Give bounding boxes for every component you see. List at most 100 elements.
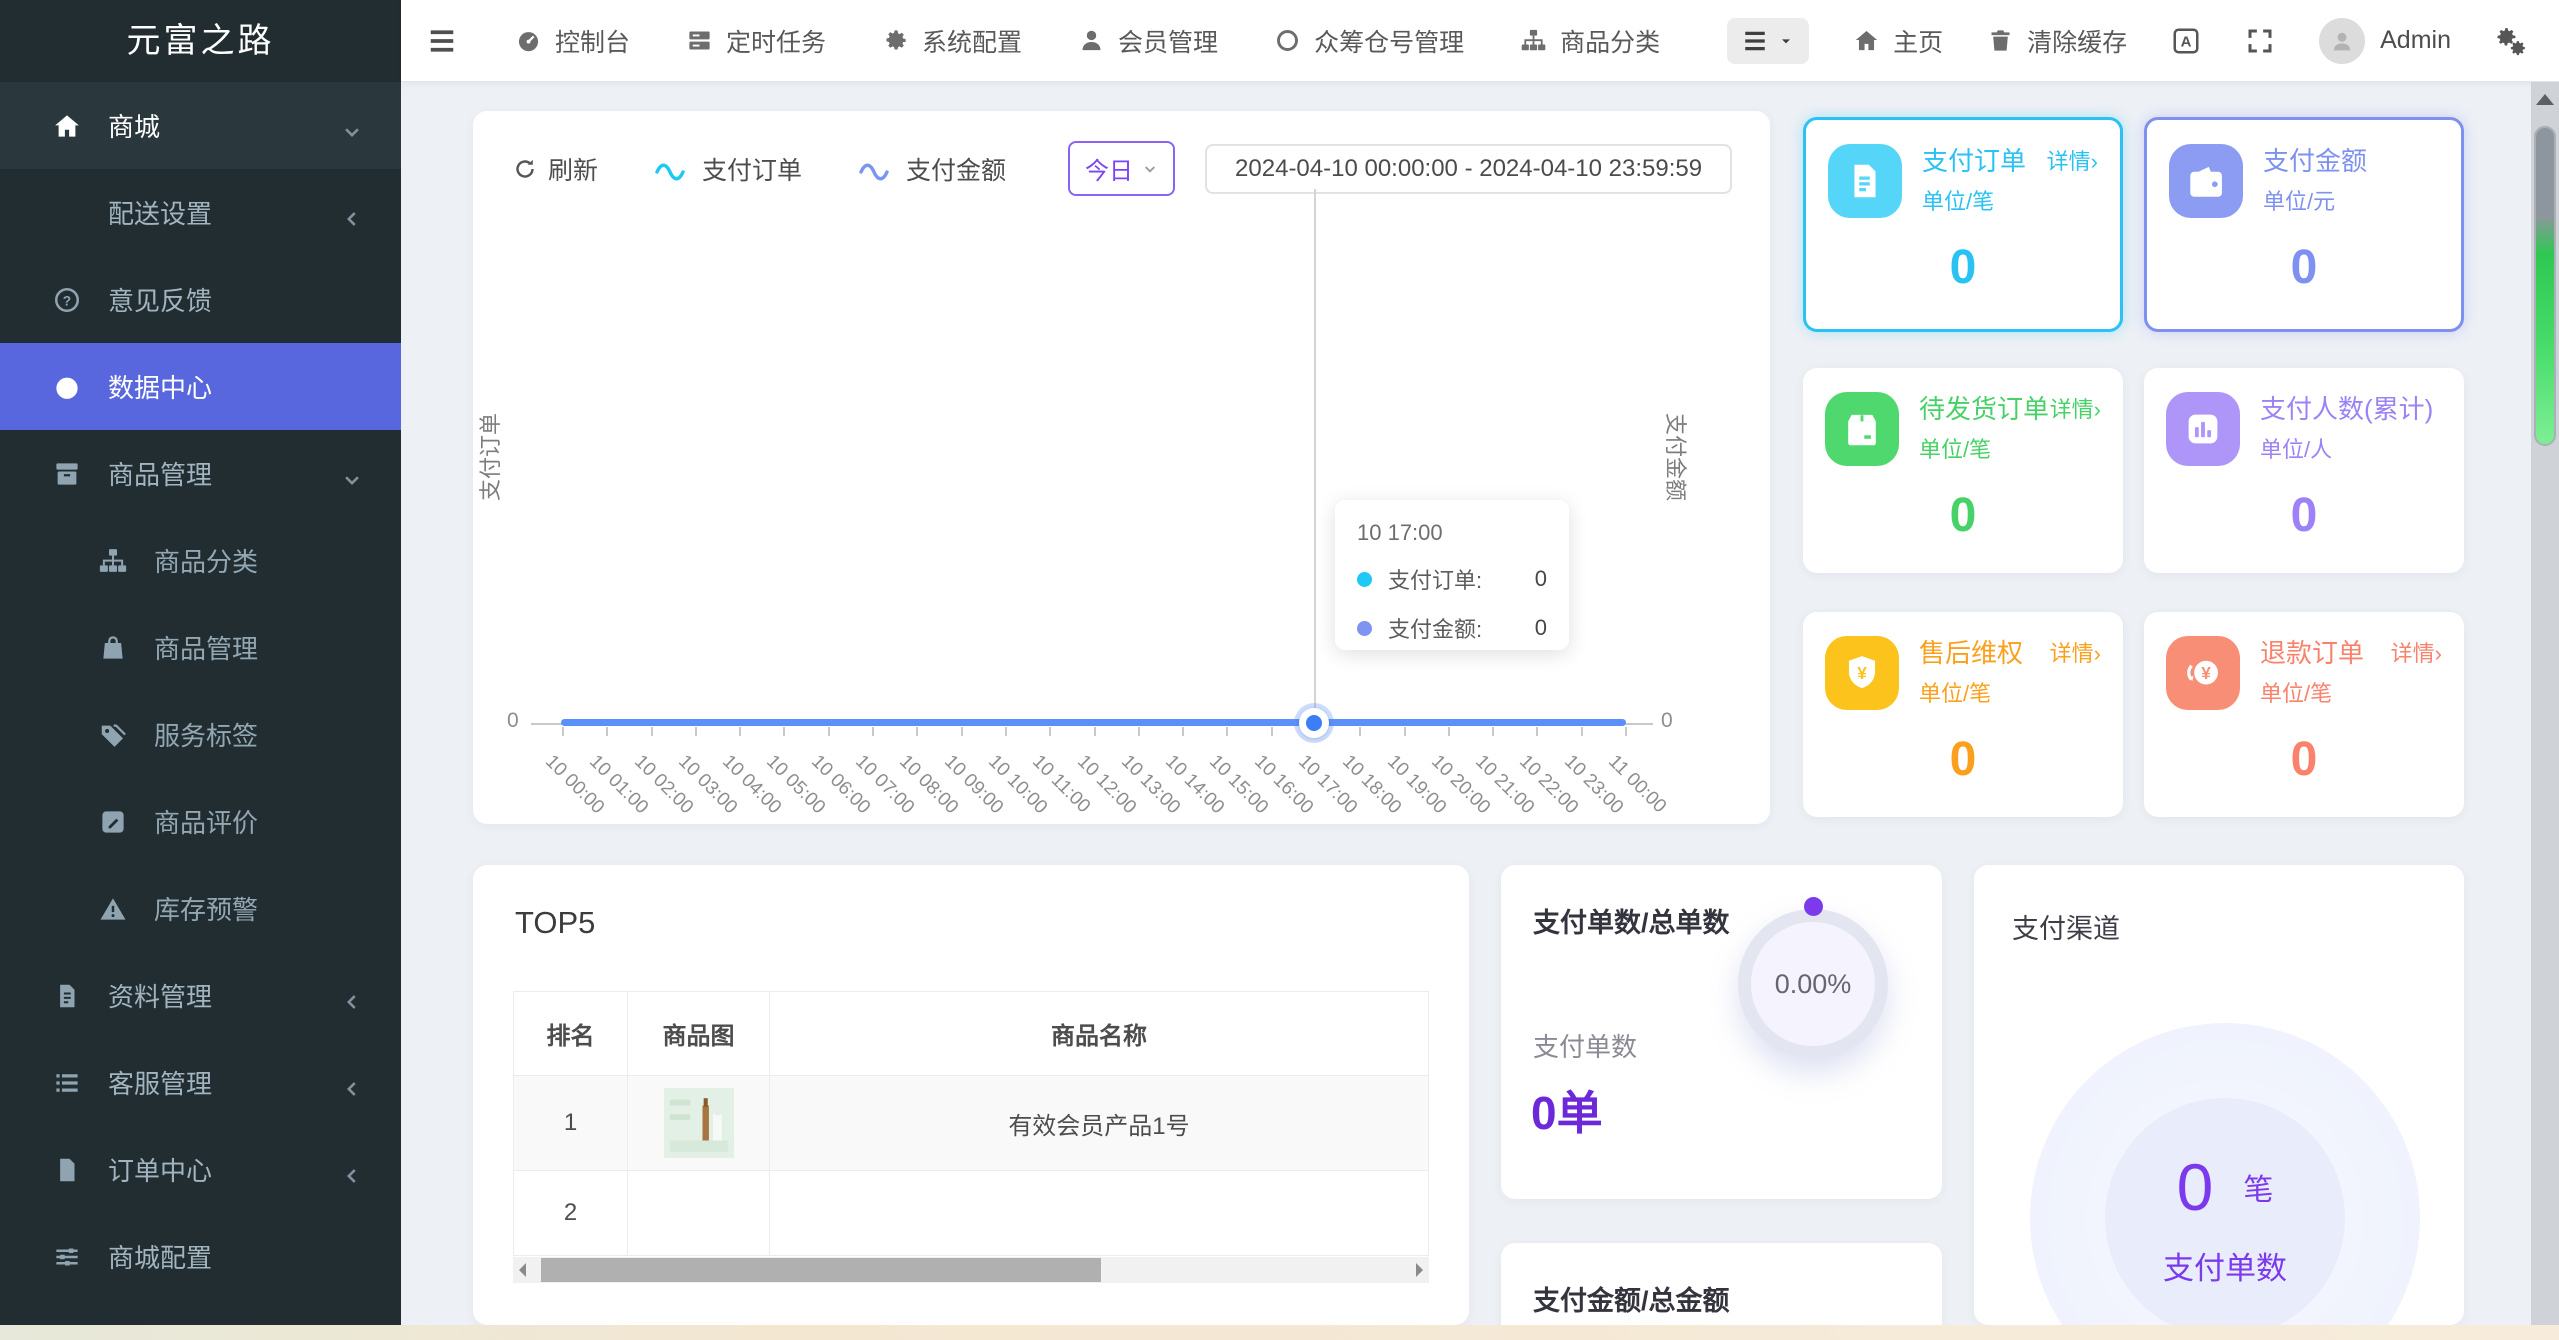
stat-detail-link[interactable]: 详情›	[2050, 636, 2101, 668]
nav-clear-cache[interactable]: 清除缓存	[1987, 23, 2127, 59]
user-menu[interactable]: Admin	[2319, 17, 2451, 64]
stat-detail-link[interactable]: 详情›	[2047, 144, 2098, 176]
gauge-percent: 0.00%	[1774, 968, 1852, 999]
stat-detail-link[interactable]: 详情›	[2391, 636, 2442, 668]
topnav-item[interactable]: 定时任务	[686, 23, 826, 59]
line-chart: 支付订单 支付金额 0 0 10 00:00 10 01:00 10 02:00 10…	[473, 111, 1770, 824]
stat-detail-link[interactable]: 详情›	[2050, 392, 2101, 424]
box2-icon	[1825, 392, 1899, 466]
topnav-item-label: 定时任务	[726, 28, 827, 57]
name-cell	[769, 1170, 1429, 1256]
y-axis-tick-left: 0	[507, 709, 519, 732]
tooltip-row: 支付订单: 0	[1357, 563, 1547, 595]
sidebar-item[interactable]: 订单中心	[0, 1126, 401, 1213]
channel-inner-circle: 0 笔 支付单数	[2105, 1098, 2345, 1325]
user-name: Admin	[2380, 26, 2451, 54]
stat-unit: 单位/笔	[2260, 681, 2333, 706]
sidebar-item-label: 商品管理	[154, 634, 259, 664]
sidebar-item-label: 商品评价	[154, 808, 259, 838]
topnav-item-label: 系统配置	[922, 28, 1023, 57]
payments-chart-card: 刷新 支付订单 支付金额 今日 2024-04-10 00:00:00 - 202…	[473, 111, 1770, 824]
sidebar-item[interactable]: 商品分类	[0, 517, 401, 604]
sidebar-item-label: 配送设置	[108, 199, 213, 229]
y-axis-label-right: 支付金额	[1663, 412, 1689, 502]
sidebar-toggle-button[interactable]	[427, 26, 457, 56]
stat-value: 0	[2290, 241, 2318, 294]
bottom-scroll-strip[interactable]	[0, 1325, 2559, 1340]
y-axis-label-left: 支付订单	[478, 412, 504, 502]
sidebar-item[interactable]: 数据中心	[0, 343, 401, 430]
sidebar-item[interactable]: 商城	[0, 82, 401, 169]
gauge-value: 0单	[1531, 1087, 1603, 1139]
fullscreen-button[interactable]	[2245, 26, 2275, 56]
stat-card: 支付人数(累计) 单位/人 0	[2144, 368, 2464, 573]
stat-title: 售后维权	[1919, 638, 2024, 668]
x-tick-mark	[1580, 727, 1583, 736]
sidebar-item-label: 商品分类	[154, 547, 259, 577]
stat-title: 待发货订单	[1919, 394, 2050, 424]
table-row[interactable]: 2	[513, 1170, 1429, 1256]
shieldyen-icon	[1825, 636, 1899, 710]
x-tick-mark	[783, 727, 786, 736]
tooltip-series-label: 支付订单:	[1388, 568, 1483, 593]
chart-hover-point	[1299, 708, 1329, 738]
vertical-scrollbar-thumb[interactable]	[2534, 126, 2556, 446]
sidebar-item[interactable]: 商品管理	[0, 604, 401, 691]
topnav-item[interactable]: 系统配置	[882, 23, 1022, 59]
gauge-progress-dot	[1804, 897, 1823, 916]
sidebar-item-label: 资料管理	[108, 982, 213, 1012]
topnav-item-label: 控制台	[555, 28, 631, 57]
scrollbar-thumb[interactable]	[541, 1258, 1101, 1282]
translate-button[interactable]	[2171, 26, 2201, 56]
channel-title: 支付渠道	[2012, 914, 2120, 944]
sidebar-item[interactable]: 配送设置	[0, 169, 401, 256]
stat-card: 待发货订单 详情› 单位/笔 0	[1803, 368, 2123, 573]
sidebar-item[interactable]: 资料管理	[0, 952, 401, 1039]
topnav-item[interactable]: 控制台	[515, 23, 630, 59]
nav-home[interactable]: 主页	[1853, 23, 1943, 59]
table-row[interactable]: 1 有效会员产品1号	[513, 1075, 1429, 1171]
stat-unit: 单位/笔	[1922, 189, 1995, 214]
stat-title: 支付订单	[1922, 146, 2027, 176]
topnav-item[interactable]: 商品分类	[1520, 23, 1660, 59]
sidebar-item[interactable]: 客服管理	[0, 1039, 401, 1126]
chevron-left-icon	[341, 202, 363, 224]
menu-list-icon	[1742, 28, 1768, 54]
y-axis-tick-right: 0	[1661, 709, 1673, 732]
x-tick-mark	[1492, 727, 1495, 736]
stat-card: 支付金额 单位/元 0	[2144, 117, 2464, 332]
settings-button[interactable]	[2495, 26, 2525, 56]
stat-title: 退款订单	[2260, 638, 2365, 668]
top-menu: 控制台 定时任务 系统配置 会员管理 众筹仓号管理 商品分类	[515, 23, 1660, 59]
rank-cell: 1	[513, 1075, 628, 1171]
sidebar-item-label: 商品管理	[108, 460, 213, 490]
stat-card: 售后维权 详情› 单位/笔 0	[1803, 612, 2123, 817]
scroll-left-arrow-icon[interactable]	[519, 1263, 526, 1277]
sidebar-item[interactable]: 商品评价	[0, 778, 401, 865]
x-tick-mark	[1182, 727, 1185, 736]
chevron-down-icon	[341, 115, 363, 137]
channel-value: 0	[2176, 1149, 2214, 1224]
sidebar-item-label: 商城	[108, 112, 161, 142]
sidebar-item[interactable]: 商城配置	[0, 1213, 401, 1300]
sidebar-item[interactable]: 商品管理	[0, 430, 401, 517]
x-tick-mark	[1004, 727, 1007, 736]
x-tick-mark	[960, 727, 963, 736]
series-dot-icon	[1357, 620, 1372, 636]
nav-clear-cache-label: 清除缓存	[2027, 28, 2128, 57]
sidebar-item[interactable]: 服务标签	[0, 691, 401, 778]
sidebar-item[interactable]: 库存预警	[0, 865, 401, 952]
x-tick-mark	[606, 727, 609, 736]
sidebar-item[interactable]: 意见反馈	[0, 256, 401, 343]
dashboard-screen: 元富之路 商城 配送设置 意见反馈 数据中心 商品管理 商品分类 商品管理 服务标签 商品评价库…	[0, 0, 2559, 1340]
nav-menu-dropdown[interactable]	[1727, 17, 1810, 64]
x-tick-mark	[827, 727, 830, 736]
scroll-right-arrow-icon[interactable]	[1416, 1263, 1423, 1277]
vertical-scrollbar[interactable]	[2531, 82, 2559, 1340]
table-horizontal-scrollbar[interactable]	[513, 1257, 1429, 1283]
rank-cell: 2	[513, 1170, 628, 1256]
topnav-item[interactable]: 众筹仓号管理	[1274, 23, 1464, 59]
wallet-icon	[2169, 144, 2243, 218]
topnav-item[interactable]: 会员管理	[1078, 23, 1218, 59]
scroll-up-arrow-icon[interactable]	[2536, 94, 2554, 105]
